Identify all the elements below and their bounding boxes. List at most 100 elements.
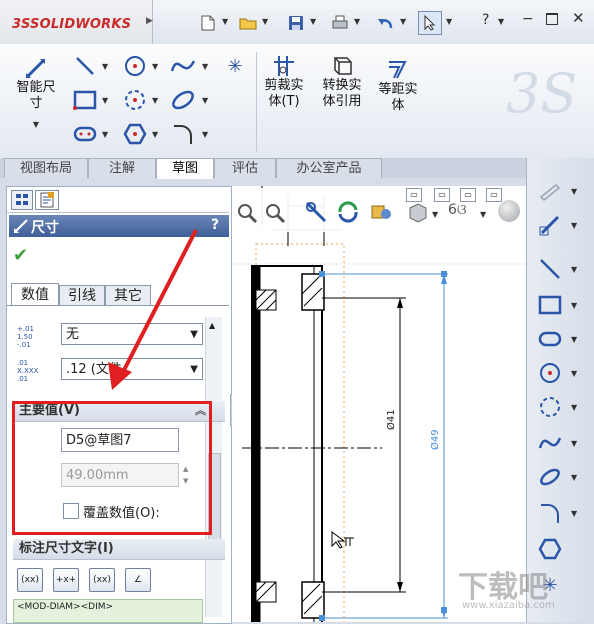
line-dropdown-icon[interactable]: ▼ xyxy=(102,62,108,71)
zoom-to-fit-icon[interactable] xyxy=(236,202,258,224)
smart-dimension-dropdown-icon[interactable]: ▼ xyxy=(8,120,64,129)
rectangle-icon[interactable] xyxy=(72,88,98,112)
menu-expand-icon[interactable]: ▶ xyxy=(146,16,153,26)
dim-text-value: <MOD-DIAM><DIM> xyxy=(17,602,114,612)
display-style-dropdown-icon[interactable]: ▼ xyxy=(432,210,438,219)
property-manager-tab-icon[interactable] xyxy=(35,190,59,210)
logo-text: SOLIDWORKS xyxy=(30,17,132,32)
minimize-button[interactable]: − xyxy=(522,11,534,27)
dim-text-btn-angle[interactable]: ∠ xyxy=(125,568,151,592)
tab-view-layout[interactable]: 视图布局 xyxy=(4,158,88,178)
dim-41-label[interactable]: Ø41 xyxy=(386,409,397,430)
polygon-icon[interactable] xyxy=(122,122,148,146)
view-tile-icon-4[interactable]: ▭ xyxy=(486,188,502,202)
slot-icon[interactable] xyxy=(72,122,98,146)
rt-smart-dimension[interactable]: ▼ xyxy=(535,210,587,240)
rt-smart-dim-disabled[interactable]: ▼ xyxy=(535,176,587,206)
rt-ellipse[interactable]: ▼ xyxy=(535,462,587,492)
dim-text-group-header[interactable]: 标注尺寸文字(I) xyxy=(13,539,225,560)
open-folder-icon[interactable] xyxy=(236,11,260,35)
rt-dropdown-icon[interactable]: ▼ xyxy=(571,301,577,310)
save-dropdown-icon[interactable]: ▼ xyxy=(310,17,316,26)
subtab-leaders[interactable]: 引线 xyxy=(59,285,105,306)
display-style-icon[interactable] xyxy=(406,200,430,224)
rt-dropdown-icon[interactable]: ▼ xyxy=(571,187,577,196)
spline-dropdown-icon[interactable]: ▼ xyxy=(202,62,208,71)
arc-dropdown-icon[interactable]: ▼ xyxy=(152,96,158,105)
tab-annotation[interactable]: 注解 xyxy=(88,158,156,178)
view-tile-icon-2[interactable]: ▭ xyxy=(434,188,450,202)
subtab-value[interactable]: 数值 xyxy=(11,283,59,306)
rt-dropdown-icon[interactable]: ▼ xyxy=(571,439,577,448)
rt-slot-icon xyxy=(535,324,565,354)
convert-entities-label: 转换实 体引用 xyxy=(322,78,362,109)
new-document-icon[interactable] xyxy=(196,11,220,35)
save-icon[interactable] xyxy=(284,11,308,35)
new-dropdown-icon[interactable]: ▼ xyxy=(222,17,228,26)
polygon-dropdown-icon[interactable]: ▼ xyxy=(152,130,158,139)
circle-dropdown-icon[interactable]: ▼ xyxy=(152,62,158,71)
help-dropdown-icon[interactable]: ▼ xyxy=(498,17,504,26)
dim-text-btn-center[interactable]: +x+ xyxy=(53,568,79,592)
rt-slot[interactable]: ▼ xyxy=(535,324,587,354)
fillet-dropdown-icon[interactable]: ▼ xyxy=(202,130,208,139)
rt-dropdown-icon[interactable]: ▼ xyxy=(571,335,577,344)
close-button[interactable]: ✕ xyxy=(572,9,585,27)
rt-fillet[interactable]: ▼ xyxy=(535,498,587,528)
dim-text-btn-parens[interactable]: (xx) xyxy=(17,568,43,592)
rt-circle[interactable]: ▼ xyxy=(535,358,587,388)
slot-dropdown-icon[interactable]: ▼ xyxy=(102,130,108,139)
dim-text-btn-inspection[interactable]: (xx) xyxy=(89,568,115,592)
open-dropdown-icon[interactable]: ▼ xyxy=(262,17,268,26)
rt-dropdown-icon[interactable]: ▼ xyxy=(571,221,577,230)
rt-dropdown-icon[interactable]: ▼ xyxy=(571,265,577,274)
ok-check-icon[interactable]: ✔ xyxy=(13,245,28,266)
rt-dropdown-icon[interactable]: ▼ xyxy=(571,403,577,412)
rt-rectangle[interactable]: ▼ xyxy=(535,290,587,320)
tab-evaluate[interactable]: 评估 xyxy=(214,158,276,178)
smart-dimension-button[interactable]: 智能尺 寸 ▼ xyxy=(8,52,64,146)
pm-help-button[interactable]: ? xyxy=(211,217,219,233)
appearance-sphere-icon[interactable] xyxy=(498,200,520,222)
tab-office-products[interactable]: 办公室产品 xyxy=(276,158,382,178)
rt-spline[interactable]: ▼ xyxy=(535,428,587,458)
dim-text-field[interactable]: <MOD-DIAM><DIM> xyxy=(13,599,203,623)
rt-dropdown-icon[interactable]: ▼ xyxy=(571,473,577,482)
rt-dropdown-icon[interactable]: ▼ xyxy=(571,369,577,378)
circle-icon[interactable] xyxy=(122,54,148,78)
offset-entities-button[interactable]: 等距实 体 xyxy=(372,52,424,146)
ds-logo-watermark: 3S xyxy=(502,60,586,125)
view-tile-icon-3[interactable]: ▭ xyxy=(460,188,476,202)
feature-tree-icon[interactable] xyxy=(11,190,33,210)
rt-line[interactable]: ▼ xyxy=(535,254,587,284)
convert-entities-button[interactable]: 转换实 体引用 xyxy=(314,52,370,146)
print-dropdown-icon[interactable]: ▼ xyxy=(354,17,360,26)
ellipse-dropdown-icon[interactable]: ▼ xyxy=(202,96,208,105)
undo-icon[interactable] xyxy=(374,11,398,35)
rotate-view-icon[interactable] xyxy=(336,200,360,224)
ellipse-icon[interactable] xyxy=(170,88,196,112)
tab-sketch[interactable]: 草图 xyxy=(156,158,214,179)
rt-dropdown-icon[interactable]: ▼ xyxy=(571,509,577,518)
point-icon[interactable]: ✳ xyxy=(222,54,248,78)
hide-show-dropdown-icon[interactable]: ▼ xyxy=(480,210,486,219)
dim-49-label[interactable]: Ø49 xyxy=(430,429,441,450)
spline-icon[interactable] xyxy=(170,54,196,78)
undo-dropdown-icon[interactable]: ▼ xyxy=(400,17,406,26)
section-view-icon[interactable] xyxy=(304,200,328,224)
restore-button[interactable] xyxy=(546,13,558,25)
line-icon[interactable] xyxy=(72,54,98,78)
view-orientation-icon[interactable] xyxy=(368,200,394,224)
select-pointer-icon[interactable] xyxy=(418,11,442,35)
arc-icon[interactable] xyxy=(122,88,148,112)
select-dropdown-icon[interactable]: ▼ xyxy=(446,17,452,26)
hide-show-icon[interactable]: 6ଓ xyxy=(448,202,476,224)
rectangle-dropdown-icon[interactable]: ▼ xyxy=(102,96,108,105)
app-logo[interactable]: 3S SOLIDWORKS ▶ xyxy=(0,0,153,44)
print-icon[interactable] xyxy=(328,11,352,35)
fillet-icon[interactable] xyxy=(170,122,196,146)
rt-arc[interactable]: ▼ xyxy=(535,392,587,422)
trim-entities-button[interactable]: 剪裁实 体(T) xyxy=(258,52,310,146)
zoom-area-icon[interactable] xyxy=(264,202,286,224)
help-button[interactable]: ? xyxy=(482,12,489,28)
